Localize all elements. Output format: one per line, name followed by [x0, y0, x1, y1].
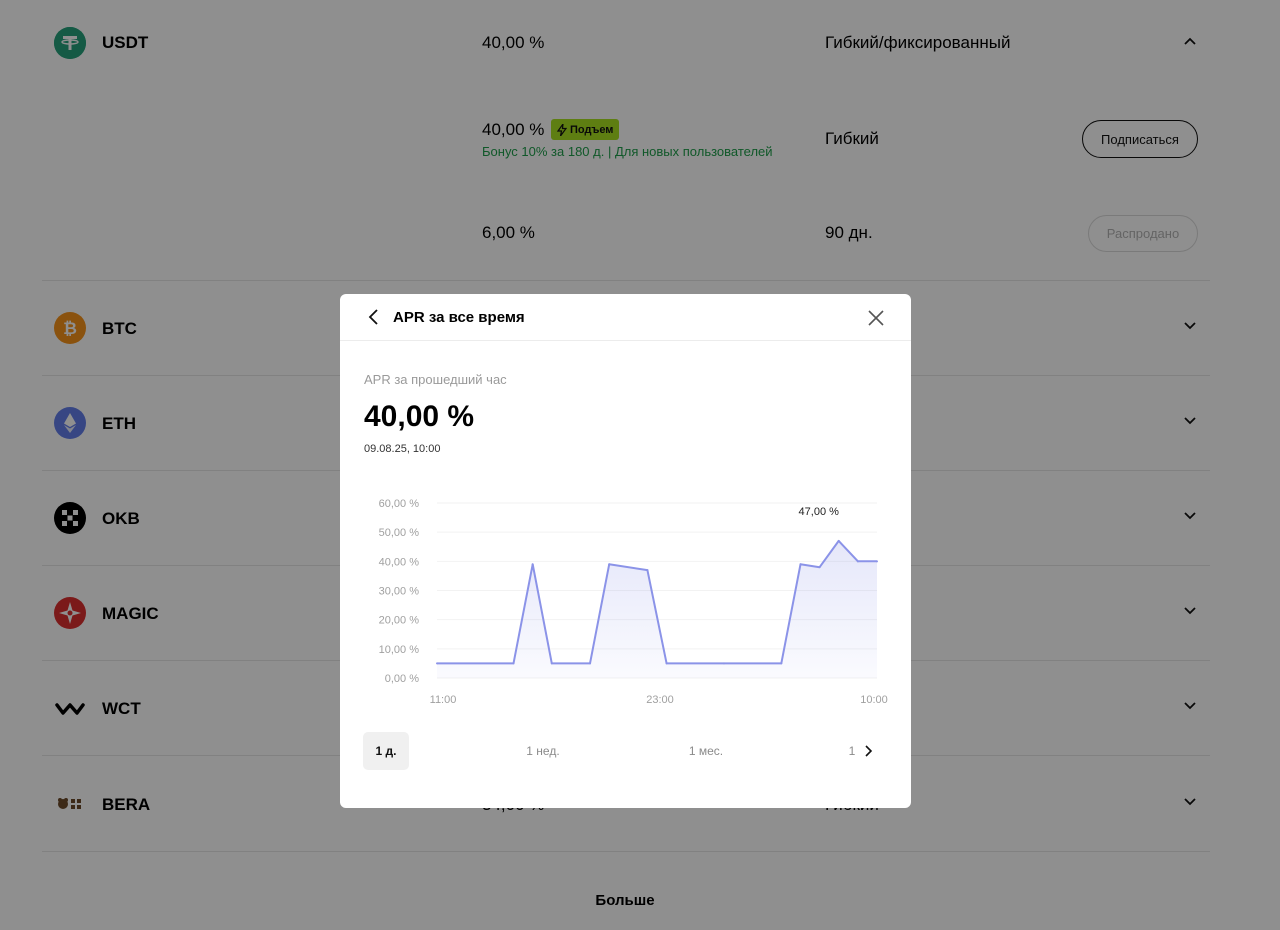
apr-date: 09.08.25, 10:00 — [364, 443, 441, 455]
data-point — [531, 563, 534, 566]
apr-value: 40,00 % — [364, 400, 475, 433]
apr-caption: APR за прошедший час — [364, 372, 507, 387]
modal-header: APR за все время — [340, 294, 911, 341]
x-tick-label: 23:00 — [646, 694, 674, 706]
data-point — [876, 560, 878, 563]
y-tick-label: 10,00 % — [379, 644, 420, 656]
y-tick-label: 30,00 % — [379, 586, 420, 598]
period-1w[interactable]: 1 нед. — [513, 732, 573, 770]
y-tick-label: 40,00 % — [379, 556, 420, 568]
data-point — [837, 539, 840, 542]
data-point — [780, 662, 783, 665]
data-point — [818, 566, 821, 569]
data-point — [665, 662, 668, 665]
data-point — [589, 662, 592, 665]
apr-history-modal: APR за все время APR за прошедший час 40… — [340, 294, 911, 808]
period-1d[interactable]: 1 д. — [363, 732, 409, 770]
period-selector: 1 д. 1 нед. 1 мес. 1 — [363, 732, 888, 770]
back-arrow-icon[interactable] — [364, 307, 384, 327]
x-tick-label: 11:00 — [430, 694, 457, 706]
modal-title: APR за все время — [393, 309, 525, 326]
x-tick-label: 10:00 — [860, 694, 888, 706]
period-1m[interactable]: 1 мес. — [676, 732, 736, 770]
data-point — [856, 560, 859, 563]
period-more[interactable]: 1 — [845, 732, 859, 770]
chevron-right-icon[interactable] — [861, 743, 877, 759]
y-tick-label: 50,00 % — [379, 527, 420, 539]
y-tick-label: 20,00 % — [379, 615, 420, 627]
data-point — [436, 662, 438, 665]
data-point — [646, 569, 649, 572]
peak-label: 47,00 % — [799, 506, 840, 518]
y-tick-label: 60,00 % — [379, 498, 420, 510]
data-point — [722, 662, 725, 665]
y-tick-label: 0,00 % — [385, 673, 419, 685]
data-point — [550, 662, 553, 665]
apr-chart[interactable]: 0,00 % 10,00 % 20,00 % 30,00 % 40,00 % 50,00 … — [340, 489, 911, 719]
data-point — [608, 563, 611, 566]
data-point — [512, 662, 515, 665]
data-point — [799, 563, 802, 566]
close-icon[interactable] — [866, 308, 886, 328]
